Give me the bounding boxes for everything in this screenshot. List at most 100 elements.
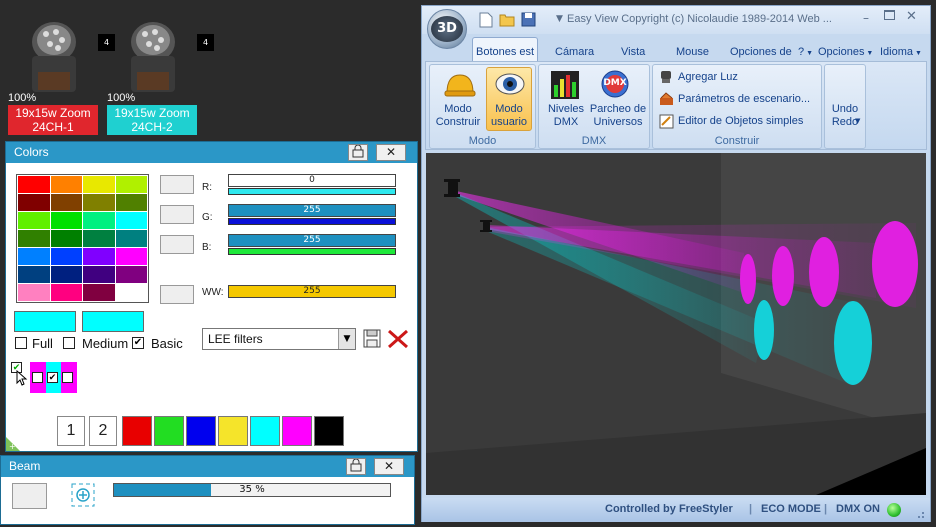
slider-g[interactable]: 255 (228, 204, 396, 217)
3d-viewport[interactable] (426, 153, 926, 495)
close-icon[interactable]: ✕ (376, 144, 406, 161)
fixture-2[interactable]: 4 100% 19x15w Zoom 24CH-2 (107, 8, 214, 136)
basic-checkbox[interactable]: ✔ (132, 337, 144, 349)
previous-color-box[interactable] (82, 311, 144, 332)
save-icon[interactable] (521, 12, 536, 30)
slider-r[interactable]: 0 (228, 174, 396, 187)
palette-swatch[interactable] (314, 416, 344, 446)
color-swatch[interactable] (115, 230, 147, 247)
parametros-escenario-button[interactable]: Parámetros de escenario... (678, 93, 810, 105)
color-swatch[interactable] (50, 194, 82, 211)
strip-checkbox-3[interactable] (62, 372, 73, 383)
color-swatch[interactable] (18, 266, 50, 283)
color-swatch[interactable] (18, 284, 50, 301)
tab-camara[interactable]: Cámara (555, 42, 594, 62)
color-preview-r[interactable] (160, 175, 194, 194)
niveles-dmx-button[interactable]: Niveles DMX (541, 103, 591, 129)
window-titlebar[interactable]: 3D ▼ Easy View Copyright (c) Nicolaudie … (422, 6, 930, 49)
color-swatch[interactable] (50, 266, 82, 283)
palette-swatch[interactable] (250, 416, 280, 446)
modo-usuario-button[interactable]: Modo usuario (486, 67, 532, 131)
color-swatch[interactable] (83, 230, 115, 247)
resize-corner-icon[interactable]: + (6, 433, 24, 451)
zoom-in-icon[interactable] (71, 483, 95, 507)
color-swatch[interactable] (18, 248, 50, 265)
color-swatch[interactable] (115, 284, 147, 301)
tab-help[interactable]: ? ▼ (798, 42, 813, 62)
tab-opciones-de[interactable]: Opciones de (730, 42, 792, 62)
page-button-1[interactable]: 1 (57, 416, 85, 446)
slider-ww[interactable]: 255 (228, 285, 396, 298)
color-preview-g[interactable] (160, 205, 194, 224)
lock-icon[interactable] (348, 144, 368, 161)
slider-b[interactable]: 255 (228, 234, 396, 247)
color-swatch[interactable] (50, 176, 82, 193)
color-swatch[interactable] (83, 266, 115, 283)
color-preview-ww[interactable] (160, 285, 194, 304)
editor-objetos-button[interactable]: Editor de Objetos simples (678, 115, 803, 127)
status-eco: ECO MODE (761, 503, 821, 515)
color-swatch[interactable] (50, 248, 82, 265)
new-file-icon[interactable] (479, 12, 493, 31)
app-logo[interactable]: 3D (427, 9, 467, 49)
palette-swatch[interactable] (154, 416, 184, 446)
medium-checkbox[interactable] (63, 337, 75, 349)
chevron-down-icon[interactable]: ▼ (338, 329, 355, 349)
beam-panel-titlebar[interactable]: Beam ✕ (1, 456, 414, 477)
color-swatch[interactable] (83, 248, 115, 265)
chevron-down-icon: ▼ (855, 117, 861, 125)
close-icon[interactable]: ✕ (906, 9, 917, 24)
channel-label-ww: WW: (202, 287, 224, 298)
color-swatch[interactable] (115, 194, 147, 211)
maximize-icon[interactable] (884, 10, 895, 20)
current-color-box[interactable] (14, 311, 76, 332)
strip-checkbox-1[interactable] (32, 372, 43, 383)
full-label: Full (32, 336, 53, 351)
color-swatch[interactable] (50, 230, 82, 247)
beam-preview-button[interactable] (12, 483, 47, 509)
close-icon[interactable]: ✕ (374, 458, 404, 475)
color-swatch[interactable] (18, 230, 50, 247)
save-icon[interactable] (363, 329, 381, 348)
undo-redo-button[interactable]: Undo Redo (825, 103, 865, 129)
color-preview-b[interactable] (160, 235, 194, 254)
color-swatch[interactable] (115, 266, 147, 283)
lock-icon[interactable] (346, 458, 366, 475)
color-swatch[interactable] (18, 194, 50, 211)
palette-swatch[interactable] (282, 416, 312, 446)
palette-swatch[interactable] (186, 416, 216, 446)
color-swatch[interactable] (18, 212, 50, 229)
color-swatch[interactable] (115, 248, 147, 265)
filter-select[interactable]: LEE filters ▼ (202, 328, 356, 350)
color-swatch[interactable] (83, 212, 115, 229)
color-swatch[interactable] (83, 284, 115, 301)
resize-grip-icon[interactable] (912, 508, 926, 520)
palette-swatch[interactable] (218, 416, 248, 446)
tab-idioma[interactable]: Idioma ▼ (880, 42, 922, 62)
minimize-icon[interactable]: – (863, 11, 869, 25)
page-button-2[interactable]: 2 (89, 416, 117, 446)
tab-vista[interactable]: Vista (621, 42, 645, 62)
color-swatch[interactable] (83, 176, 115, 193)
color-swatch[interactable] (50, 284, 82, 301)
delete-icon[interactable] (387, 329, 409, 349)
full-checkbox[interactable] (15, 337, 27, 349)
parcheo-universos-button[interactable]: Parcheo de Universos (587, 103, 649, 129)
open-folder-icon[interactable] (499, 12, 515, 30)
fixture-1[interactable]: 4 100% 19x15w Zoom 24CH-1 (8, 8, 115, 136)
color-swatch[interactable] (115, 212, 147, 229)
tab-opciones[interactable]: Opciones ▼ (818, 42, 873, 62)
palette-swatch[interactable] (122, 416, 152, 446)
color-swatch[interactable] (50, 212, 82, 229)
colors-panel-titlebar[interactable]: Colors ✕ (6, 142, 417, 163)
quick-access-chevron-icon[interactable]: ▼ (556, 14, 563, 24)
agregar-luz-button[interactable]: Agregar Luz (678, 71, 738, 83)
color-swatch[interactable] (83, 194, 115, 211)
color-swatch[interactable] (115, 176, 147, 193)
strip-checkbox-2[interactable]: ✔ (47, 372, 58, 383)
tab-botones[interactable]: Botones est (476, 42, 538, 62)
modo-construir-button[interactable]: Modo Construir (432, 103, 484, 129)
tab-mouse[interactable]: Mouse (676, 42, 709, 62)
beam-progress[interactable]: 35 % (113, 483, 391, 497)
color-swatch[interactable] (18, 176, 50, 193)
